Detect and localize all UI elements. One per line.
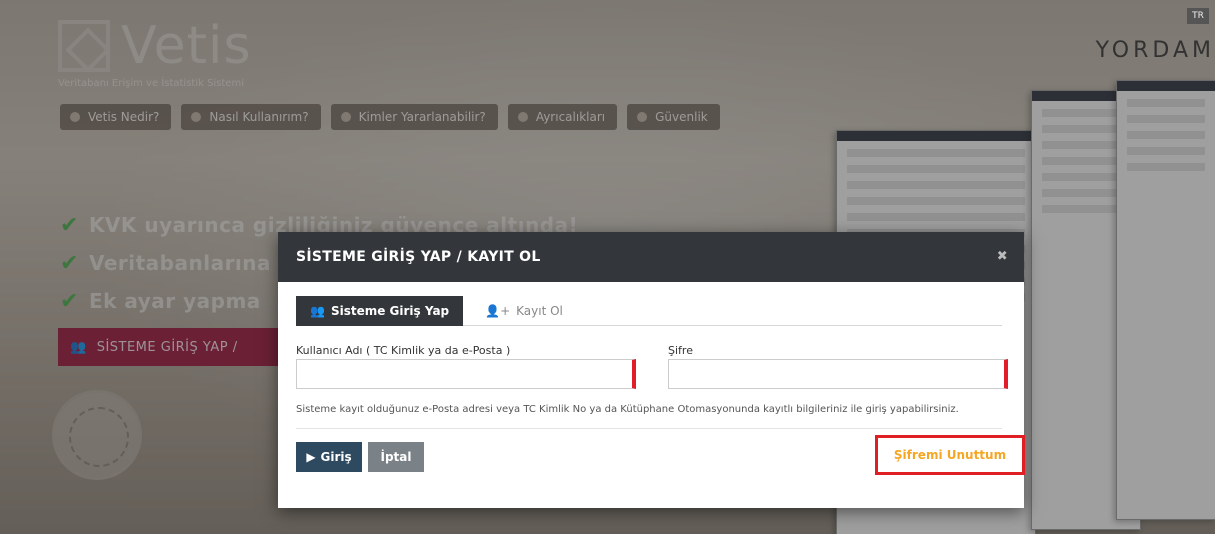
username-label: Kullanıcı Adı ( TC Kimlik ya da e-Posta … bbox=[296, 344, 511, 357]
login-button-label: Giriş bbox=[320, 450, 352, 464]
modal-title: SİSTEME GİRİŞ YAP / KAYIT OL bbox=[296, 249, 541, 265]
play-icon: ▶ bbox=[306, 450, 316, 464]
login-button[interactable]: ▶ Giriş bbox=[296, 442, 362, 472]
password-field[interactable] bbox=[668, 359, 1008, 389]
divider bbox=[296, 428, 1002, 429]
login-modal: SİSTEME GİRİŞ YAP / KAYIT OL ✖ 👥 Sisteme… bbox=[278, 232, 1025, 508]
tab-label: Sisteme Giriş Yap bbox=[330, 304, 450, 318]
close-icon[interactable]: ✖ bbox=[997, 249, 1008, 264]
username-field[interactable] bbox=[296, 359, 636, 389]
language-badge[interactable]: TR bbox=[1187, 8, 1209, 24]
password-label: Şifre bbox=[668, 344, 693, 357]
forgot-password-link[interactable]: Şifremi Unuttum bbox=[875, 435, 1025, 475]
tab-kayit-ol[interactable]: 👤+ Kayıt Ol bbox=[471, 296, 577, 326]
modal-header: SİSTEME GİRİŞ YAP / KAYIT OL ✖ bbox=[278, 232, 1024, 282]
users-icon: 👥 bbox=[310, 304, 325, 318]
user-plus-icon: 👤+ bbox=[485, 304, 511, 318]
cancel-button[interactable]: İptal bbox=[368, 442, 424, 472]
tab-sisteme-giris-yap[interactable]: 👥 Sisteme Giriş Yap bbox=[296, 296, 464, 326]
modal-tabs: 👥 Sisteme Giriş Yap 👤+ Kayıt Ol bbox=[296, 296, 1002, 326]
tab-label: Kayıt Ol bbox=[516, 304, 563, 318]
login-help-text: Sisteme kayıt olduğunuz e-Posta adresi v… bbox=[296, 404, 959, 415]
